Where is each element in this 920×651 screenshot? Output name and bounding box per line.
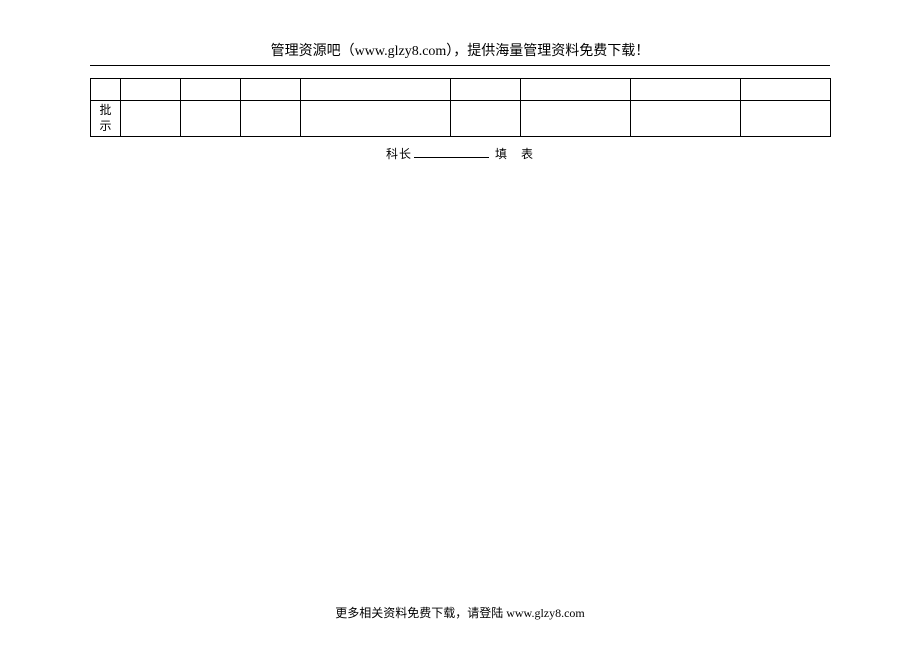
row-label-approval: 批 示 [91, 101, 121, 137]
table-cell [741, 79, 831, 101]
table-cell [241, 101, 301, 137]
header-divider [90, 65, 830, 66]
form-table: 批 示 [90, 78, 831, 137]
page-header-title: 管理资源吧（www.glzy8.com），提供海量管理资料免费下载！ [90, 40, 830, 60]
table-row [91, 79, 831, 101]
table-cell [181, 79, 241, 101]
table-cell [91, 79, 121, 101]
table-cell [301, 79, 451, 101]
table-cell [241, 79, 301, 101]
table-cell [741, 101, 831, 137]
table-cell [121, 79, 181, 101]
signature-label-form: 填 表 [495, 147, 534, 161]
table-cell [121, 101, 181, 137]
table-cell [631, 79, 741, 101]
table-cell [521, 79, 631, 101]
page-footer: 更多相关资料免费下载，请登陆 www.glzy8.com [0, 604, 920, 621]
table-cell [631, 101, 741, 137]
table-row: 批 示 [91, 101, 831, 137]
table-cell [181, 101, 241, 137]
table-cell [451, 79, 521, 101]
signature-label-chief: 科长 [386, 147, 412, 161]
table-cell [451, 101, 521, 137]
document-page: 管理资源吧（www.glzy8.com），提供海量管理资料免费下载！ 批 示 [0, 0, 920, 162]
table-cell [521, 101, 631, 137]
signature-line: 科长 填 表 [90, 145, 830, 162]
signature-underline [414, 146, 489, 158]
table-cell [301, 101, 451, 137]
